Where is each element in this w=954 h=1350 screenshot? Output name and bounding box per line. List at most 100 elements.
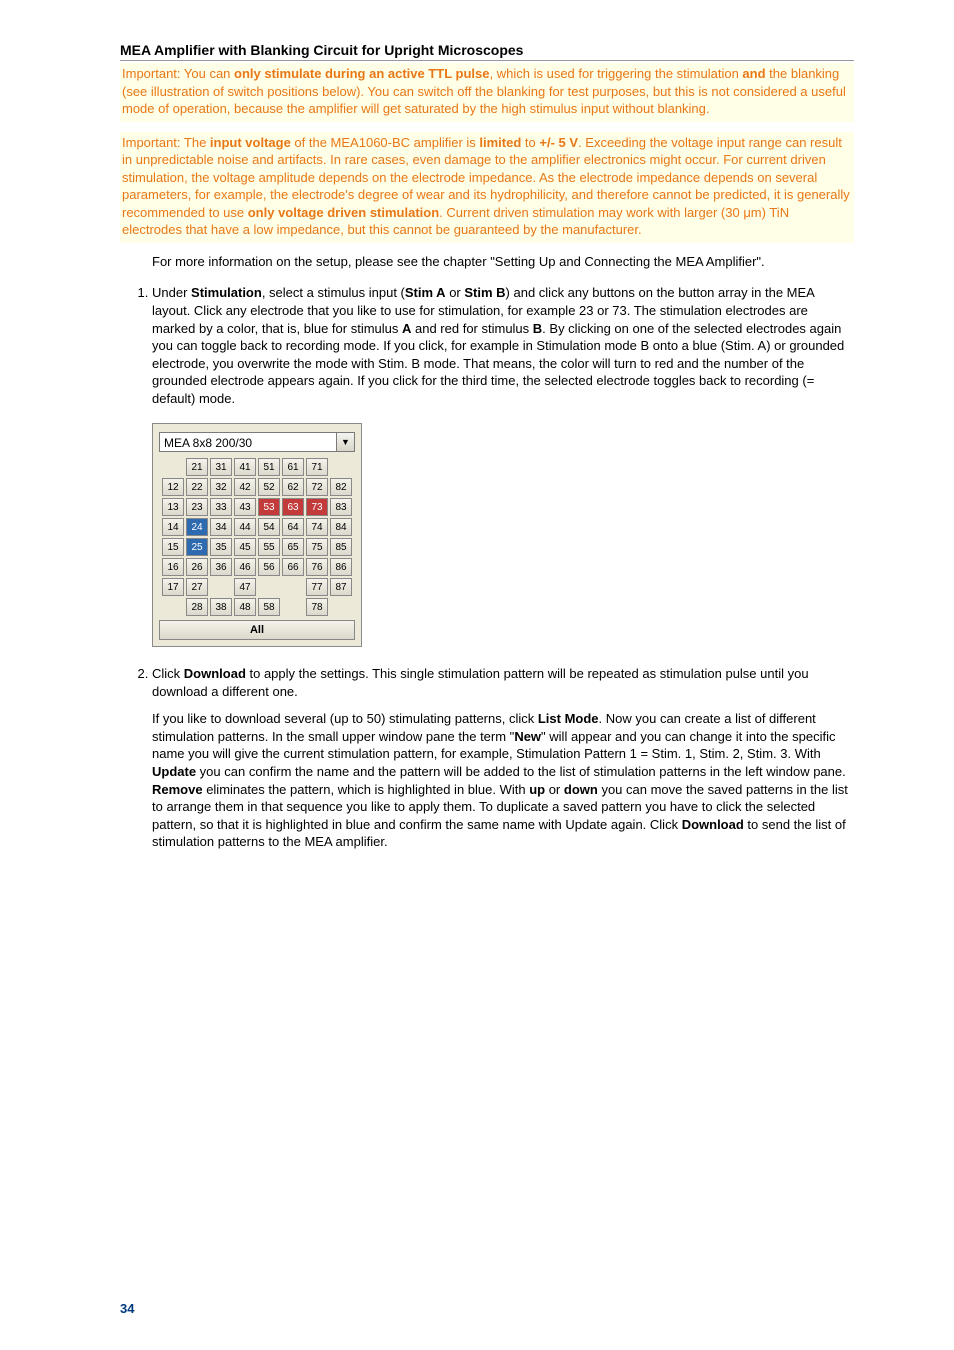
electrode-button[interactable]: 77 [306,578,328,596]
step-bold: up [529,782,545,797]
step-text: you can confirm the name and the pattern… [196,764,846,779]
electrode-button[interactable]: 24 [186,518,208,536]
electrode-button[interactable]: 47 [234,578,256,596]
step-bold: Stim B [464,285,505,300]
steps-list: Under Stimulation, select a stimulus inp… [120,284,854,850]
electrode-button[interactable]: 84 [330,518,352,536]
electrode-button[interactable]: 17 [162,578,184,596]
electrode-button[interactable]: 83 [330,498,352,516]
step-text: , select a stimulus input ( [262,285,405,300]
callout-bold: only voltage driven stimulation [248,205,439,220]
electrode-button[interactable]: 14 [162,518,184,536]
page-number: 34 [120,1301,134,1316]
step-text: or [446,285,465,300]
electrode-button[interactable]: 41 [234,458,256,476]
info-paragraph: For more information on the setup, pleas… [120,253,854,271]
important-callout-1: Important: You can only stimulate during… [120,63,854,122]
electrode-button[interactable]: 63 [282,498,304,516]
callout-text: to [521,135,539,150]
electrode-button[interactable]: 55 [258,538,280,556]
electrode-button[interactable]: 27 [186,578,208,596]
callout-bold: only stimulate during an active TTL puls… [234,66,489,81]
electrode-button[interactable]: 31 [210,458,232,476]
electrode-button[interactable]: 15 [162,538,184,556]
electrode-button[interactable]: 12 [162,478,184,496]
electrode-button[interactable]: 56 [258,558,280,576]
electrode-button[interactable]: 86 [330,558,352,576]
important-callout-2: Important: The input voltage of the MEA1… [120,132,854,243]
step-bold: A [402,321,411,336]
electrode-button[interactable]: 54 [258,518,280,536]
chevron-down-icon[interactable]: ▼ [337,432,355,452]
step-bold: Stim A [405,285,446,300]
step-bold: Update [152,764,196,779]
step-bold: B [533,321,542,336]
electrode-button[interactable]: 13 [162,498,184,516]
step-bold: Download [184,666,246,681]
step-bold: List Mode [538,711,599,726]
electrode-button[interactable]: 51 [258,458,280,476]
callout-bold: and [742,66,765,81]
electrode-button[interactable]: 61 [282,458,304,476]
step-1: Under Stimulation, select a stimulus inp… [152,284,854,647]
step-bold: Download [682,817,744,832]
electrode-button[interactable]: 48 [234,598,256,616]
step-text: Click [152,666,184,681]
step-text: eliminates the pattern, which is highlig… [203,782,530,797]
electrode-button[interactable]: 85 [330,538,352,556]
mea-layout-select[interactable]: MEA 8x8 200/30 ▼ [159,432,355,452]
all-button[interactable]: All [159,620,355,640]
electrode-button[interactable]: 42 [234,478,256,496]
electrode-button[interactable]: 87 [330,578,352,596]
callout-text: Important: You can [122,66,234,81]
electrode-button[interactable]: 36 [210,558,232,576]
callout-bold: input voltage [210,135,291,150]
electrode-button[interactable]: 58 [258,598,280,616]
electrode-button[interactable]: 38 [210,598,232,616]
electrode-button[interactable]: 46 [234,558,256,576]
electrode-button[interactable]: 26 [186,558,208,576]
step-bold: Stimulation [191,285,262,300]
callout-text: of the MEA1060-BC amplifier is [291,135,480,150]
electrode-button[interactable]: 73 [306,498,328,516]
callout-text: Important: The [122,135,210,150]
electrode-button[interactable]: 44 [234,518,256,536]
electrode-button[interactable]: 23 [186,498,208,516]
electrode-button[interactable]: 53 [258,498,280,516]
step-2: Click Download to apply the settings. Th… [152,665,854,850]
page-title: MEA Amplifier with Blanking Circuit for … [120,42,854,61]
electrode-grid: 213141516171 1222324252627282 132333435363… [159,458,355,616]
step-text: Under [152,285,191,300]
electrode-button[interactable]: 71 [306,458,328,476]
electrode-button[interactable]: 78 [306,598,328,616]
electrode-button[interactable]: 32 [210,478,232,496]
electrode-button[interactable]: 64 [282,518,304,536]
electrode-button[interactable]: 16 [162,558,184,576]
electrode-button[interactable]: 22 [186,478,208,496]
electrode-button[interactable]: 74 [306,518,328,536]
electrode-button[interactable]: 66 [282,558,304,576]
electrode-button[interactable]: 45 [234,538,256,556]
electrode-button[interactable]: 62 [282,478,304,496]
electrode-button[interactable]: 52 [258,478,280,496]
electrode-button[interactable]: 72 [306,478,328,496]
step-text: If you like to download several (up to 5… [152,711,538,726]
electrode-button[interactable]: 28 [186,598,208,616]
callout-text: , which is used for triggering the stimu… [490,66,743,81]
electrode-button[interactable]: 75 [306,538,328,556]
step-text: and red for stimulus [411,321,532,336]
mea-layout-value: MEA 8x8 200/30 [159,432,337,452]
electrode-button[interactable]: 34 [210,518,232,536]
step-text: to apply the settings. This single stimu… [152,666,809,699]
mea-layout-panel: MEA 8x8 200/30 ▼ 21314151617112223242526… [152,423,362,647]
electrode-button[interactable]: 76 [306,558,328,576]
electrode-button[interactable]: 82 [330,478,352,496]
step-bold: Remove [152,782,203,797]
electrode-button[interactable]: 65 [282,538,304,556]
electrode-button[interactable]: 33 [210,498,232,516]
electrode-button[interactable]: 35 [210,538,232,556]
electrode-button[interactable]: 25 [186,538,208,556]
electrode-button[interactable]: 21 [186,458,208,476]
electrode-button[interactable]: 43 [234,498,256,516]
callout-bold: +/- 5 V [539,135,578,150]
